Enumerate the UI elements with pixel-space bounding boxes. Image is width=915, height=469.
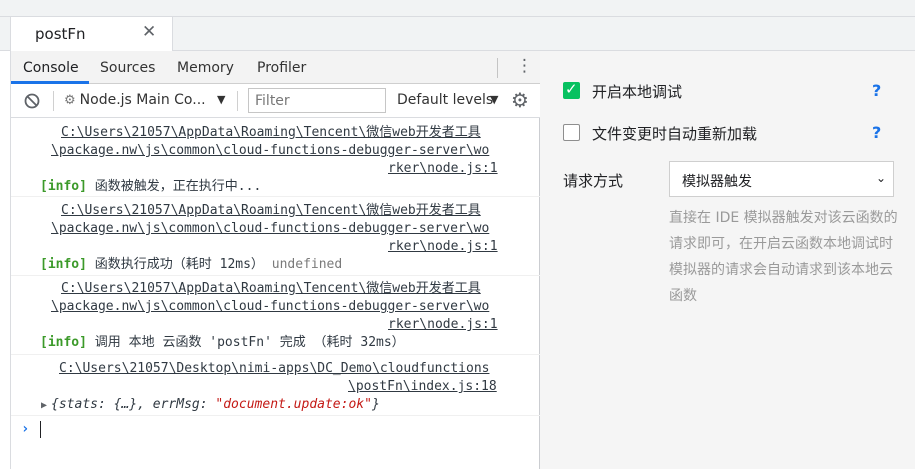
levels-dropdown-icon[interactable]: ▼: [490, 93, 498, 106]
return-value: undefined: [271, 257, 343, 272]
toolbar-divider: [237, 91, 238, 111]
request-method-description: 直接在 IDE 模拟器触发对该云函数的请求即可，在开启云函数本地调试时模拟器的请…: [669, 210, 898, 304]
window-top-strip: [0, 0, 915, 17]
object-prefix: {stats: {…}, errMsg:: [51, 397, 216, 412]
more-menu-icon[interactable]: ⋮: [516, 56, 533, 76]
source-link[interactable]: rker\node.js:1: [388, 238, 498, 256]
checkmark-icon: ✓: [565, 80, 578, 98]
console-message: C:\Users\21057\AppData\Roaming\Tencent\微…: [11, 197, 540, 276]
console-input-caret[interactable]: [40, 421, 41, 438]
console-message: C:\Users\21057\Desktop\nimi-apps\DC_Demo…: [11, 355, 540, 416]
source-link[interactable]: C:\Users\21057\Desktop\nimi-apps\DC_Demo…: [59, 360, 489, 378]
source-link[interactable]: \package.nw\js\common\cloud-functions-de…: [51, 142, 489, 160]
devtools-pane: Console Sources Memory Profiler ⋮ ⚙ Node.…: [10, 51, 540, 469]
source-link[interactable]: \postFn\index.js:18: [348, 378, 497, 396]
log-levels-selector[interactable]: Default levels: [397, 92, 493, 108]
help-icon[interactable]: ?: [872, 81, 881, 100]
console-message: C:\Users\21057\AppData\Roaming\Tencent\微…: [11, 276, 540, 355]
editor-tab-bar: postFn ✕: [0, 17, 915, 51]
log-line: [info] 调用 本地 云函数 'postFn' 完成 （耗时 32ms）: [40, 334, 405, 352]
object-string-value: "document.update:ok": [215, 397, 372, 412]
devtools-tab-bar: Console Sources Memory Profiler ⋮: [11, 51, 540, 84]
close-icon[interactable]: ✕: [142, 22, 156, 42]
clear-console-icon[interactable]: [24, 93, 40, 109]
help-icon[interactable]: ?: [872, 123, 881, 142]
log-text: 函数执行成功（耗时 12ms）: [94, 257, 264, 272]
console-toolbar: ⚙Node.js Main Co... ▼ Default levels ▼ ⚙: [11, 84, 540, 118]
source-link[interactable]: \package.nw\js\common\cloud-functions-de…: [51, 220, 489, 238]
object-suffix: }: [371, 397, 380, 412]
request-method-select[interactable]: 模拟器触发 ⌄: [669, 161, 894, 197]
info-tag: [info]: [40, 179, 87, 194]
console-output: C:\Users\21057\AppData\Roaming\Tencent\微…: [11, 119, 540, 469]
log-text: 函数被触发，正在执行中...: [94, 179, 262, 194]
toolbar-divider: [53, 91, 54, 111]
source-link[interactable]: rker\node.js:1: [388, 316, 498, 334]
source-link[interactable]: rker\node.js:1: [388, 160, 498, 178]
auto-reload-label: 文件变更时自动重新加载: [592, 125, 758, 143]
source-link[interactable]: \package.nw\js\common\cloud-functions-de…: [51, 298, 489, 316]
enable-local-debug-label: 开启本地调试: [592, 83, 683, 101]
chevron-down-icon: ⌄: [876, 171, 887, 185]
request-method-label: 请求方式: [563, 172, 624, 190]
source-link[interactable]: C:\Users\21057\AppData\Roaming\Tencent\微…: [61, 202, 481, 220]
request-method-value: 模拟器触发: [682, 174, 752, 190]
tab-console[interactable]: Console: [23, 60, 79, 76]
tab-divider: [497, 58, 498, 78]
object-preview[interactable]: ▶ {stats: {…}, errMsg: "document.update:o…: [41, 396, 380, 415]
auto-reload-checkbox[interactable]: [563, 124, 580, 141]
context-gear-icon: ⚙: [64, 93, 76, 108]
log-text: 调用 本地 云函数 'postFn' 完成 （耗时 32ms）: [94, 335, 405, 350]
tab-sources[interactable]: Sources: [100, 60, 155, 76]
info-tag: [info]: [40, 335, 87, 350]
log-line: [info] 函数执行成功（耗时 12ms） undefined: [40, 256, 342, 274]
info-tag: [info]: [40, 257, 87, 272]
context-dropdown-icon[interactable]: ▼: [217, 93, 225, 106]
expand-arrow-icon[interactable]: ▶: [41, 400, 47, 411]
source-link[interactable]: C:\Users\21057\AppData\Roaming\Tencent\微…: [61, 280, 481, 298]
tab-postfn[interactable]: postFn ✕: [10, 17, 173, 51]
context-label: Node.js Main Co...: [79, 92, 206, 108]
context-selector[interactable]: ⚙ Node.js Main Co...: [64, 92, 206, 108]
enable-local-debug-checkbox[interactable]: ✓: [563, 80, 580, 99]
tab-memory[interactable]: Memory: [177, 60, 234, 76]
console-prompt-icon: ›: [21, 421, 30, 437]
log-line: [info] 函数被触发，正在执行中...: [40, 178, 261, 196]
tab-title: postFn: [35, 25, 86, 43]
console-message: C:\Users\21057\AppData\Roaming\Tencent\微…: [11, 119, 540, 197]
filter-input[interactable]: [248, 88, 386, 113]
source-link[interactable]: C:\Users\21057\AppData\Roaming\Tencent\微…: [61, 124, 481, 142]
settings-gear-icon[interactable]: ⚙: [511, 89, 529, 111]
tab-profiler[interactable]: Profiler: [257, 60, 306, 76]
debug-settings-panel: ✓ 开启本地调试 ? 文件变更时自动重新加载 ? 请求方式 模拟器触发 ⌄ 直接…: [540, 51, 915, 469]
